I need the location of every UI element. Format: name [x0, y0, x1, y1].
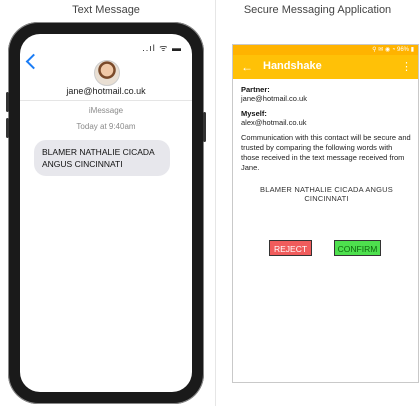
message-timestamp: Today at 9:40am	[76, 122, 136, 131]
myself-value: alex@hotmail.co.uk	[241, 118, 307, 127]
phone-frame: ..ıl ᯤ ▬ jane@hotmail.co.uk iMessage Tod…	[6, 22, 206, 404]
service-label: iMessage	[88, 106, 124, 115]
phone-screen: ..ıl ᯤ ▬ jane@hotmail.co.uk iMessage Tod…	[20, 34, 192, 392]
back-chevron-icon[interactable]	[25, 53, 42, 70]
phone-volume-button	[6, 118, 9, 138]
handshake-description: Communication with this contact will be …	[241, 133, 411, 172]
avatar[interactable]	[94, 60, 120, 86]
message-bubble[interactable]: BLAMER NATHALIE CICADA ANGUS CINCINNATI	[34, 140, 170, 176]
reject-button[interactable]: REJECT	[269, 240, 312, 256]
page-title: Handshake	[263, 60, 322, 72]
partner-label: Partner:	[241, 85, 270, 94]
confirm-button[interactable]: CONFIRM	[334, 240, 381, 256]
arrow-left-icon[interactable]: ←	[241, 60, 253, 74]
header-divider	[20, 100, 192, 101]
phone-volume-button	[6, 92, 9, 112]
more-vertical-icon[interactable]: ⋮	[401, 60, 412, 73]
panel-title-text-message: Text Message	[72, 4, 140, 16]
app-screen: ⚲ ✉ ◉ ◔ 96% ▮ ← Handshake ⋮ Partner: jan…	[232, 44, 419, 383]
panel-title-secure-app: Secure Messaging Application	[243, 4, 392, 16]
app-content: Partner: jane@hotmail.co.uk Myself: alex…	[233, 79, 418, 203]
app-status-bar: ⚲ ✉ ◉ ◔ 96% ▮	[233, 45, 418, 55]
phone-status-icons: ..ıl ᯤ ▬	[142, 43, 182, 53]
app-toolbar: ← Handshake ⋮	[233, 55, 418, 79]
myself-label: Myself:	[241, 109, 267, 118]
contact-email[interactable]: jane@hotmail.co.uk	[20, 86, 192, 96]
phone-power-button	[203, 112, 206, 142]
panel-divider	[215, 0, 216, 406]
verification-words: BLAMER NATHALIE CICADA ANGUS CINCINNATI	[260, 185, 393, 203]
partner-value: jane@hotmail.co.uk	[241, 94, 307, 103]
action-buttons: REJECT CONFIRM	[233, 240, 418, 256]
app-status-icons: ⚲ ✉ ◉ ◔ 96% ▮	[372, 47, 414, 53]
